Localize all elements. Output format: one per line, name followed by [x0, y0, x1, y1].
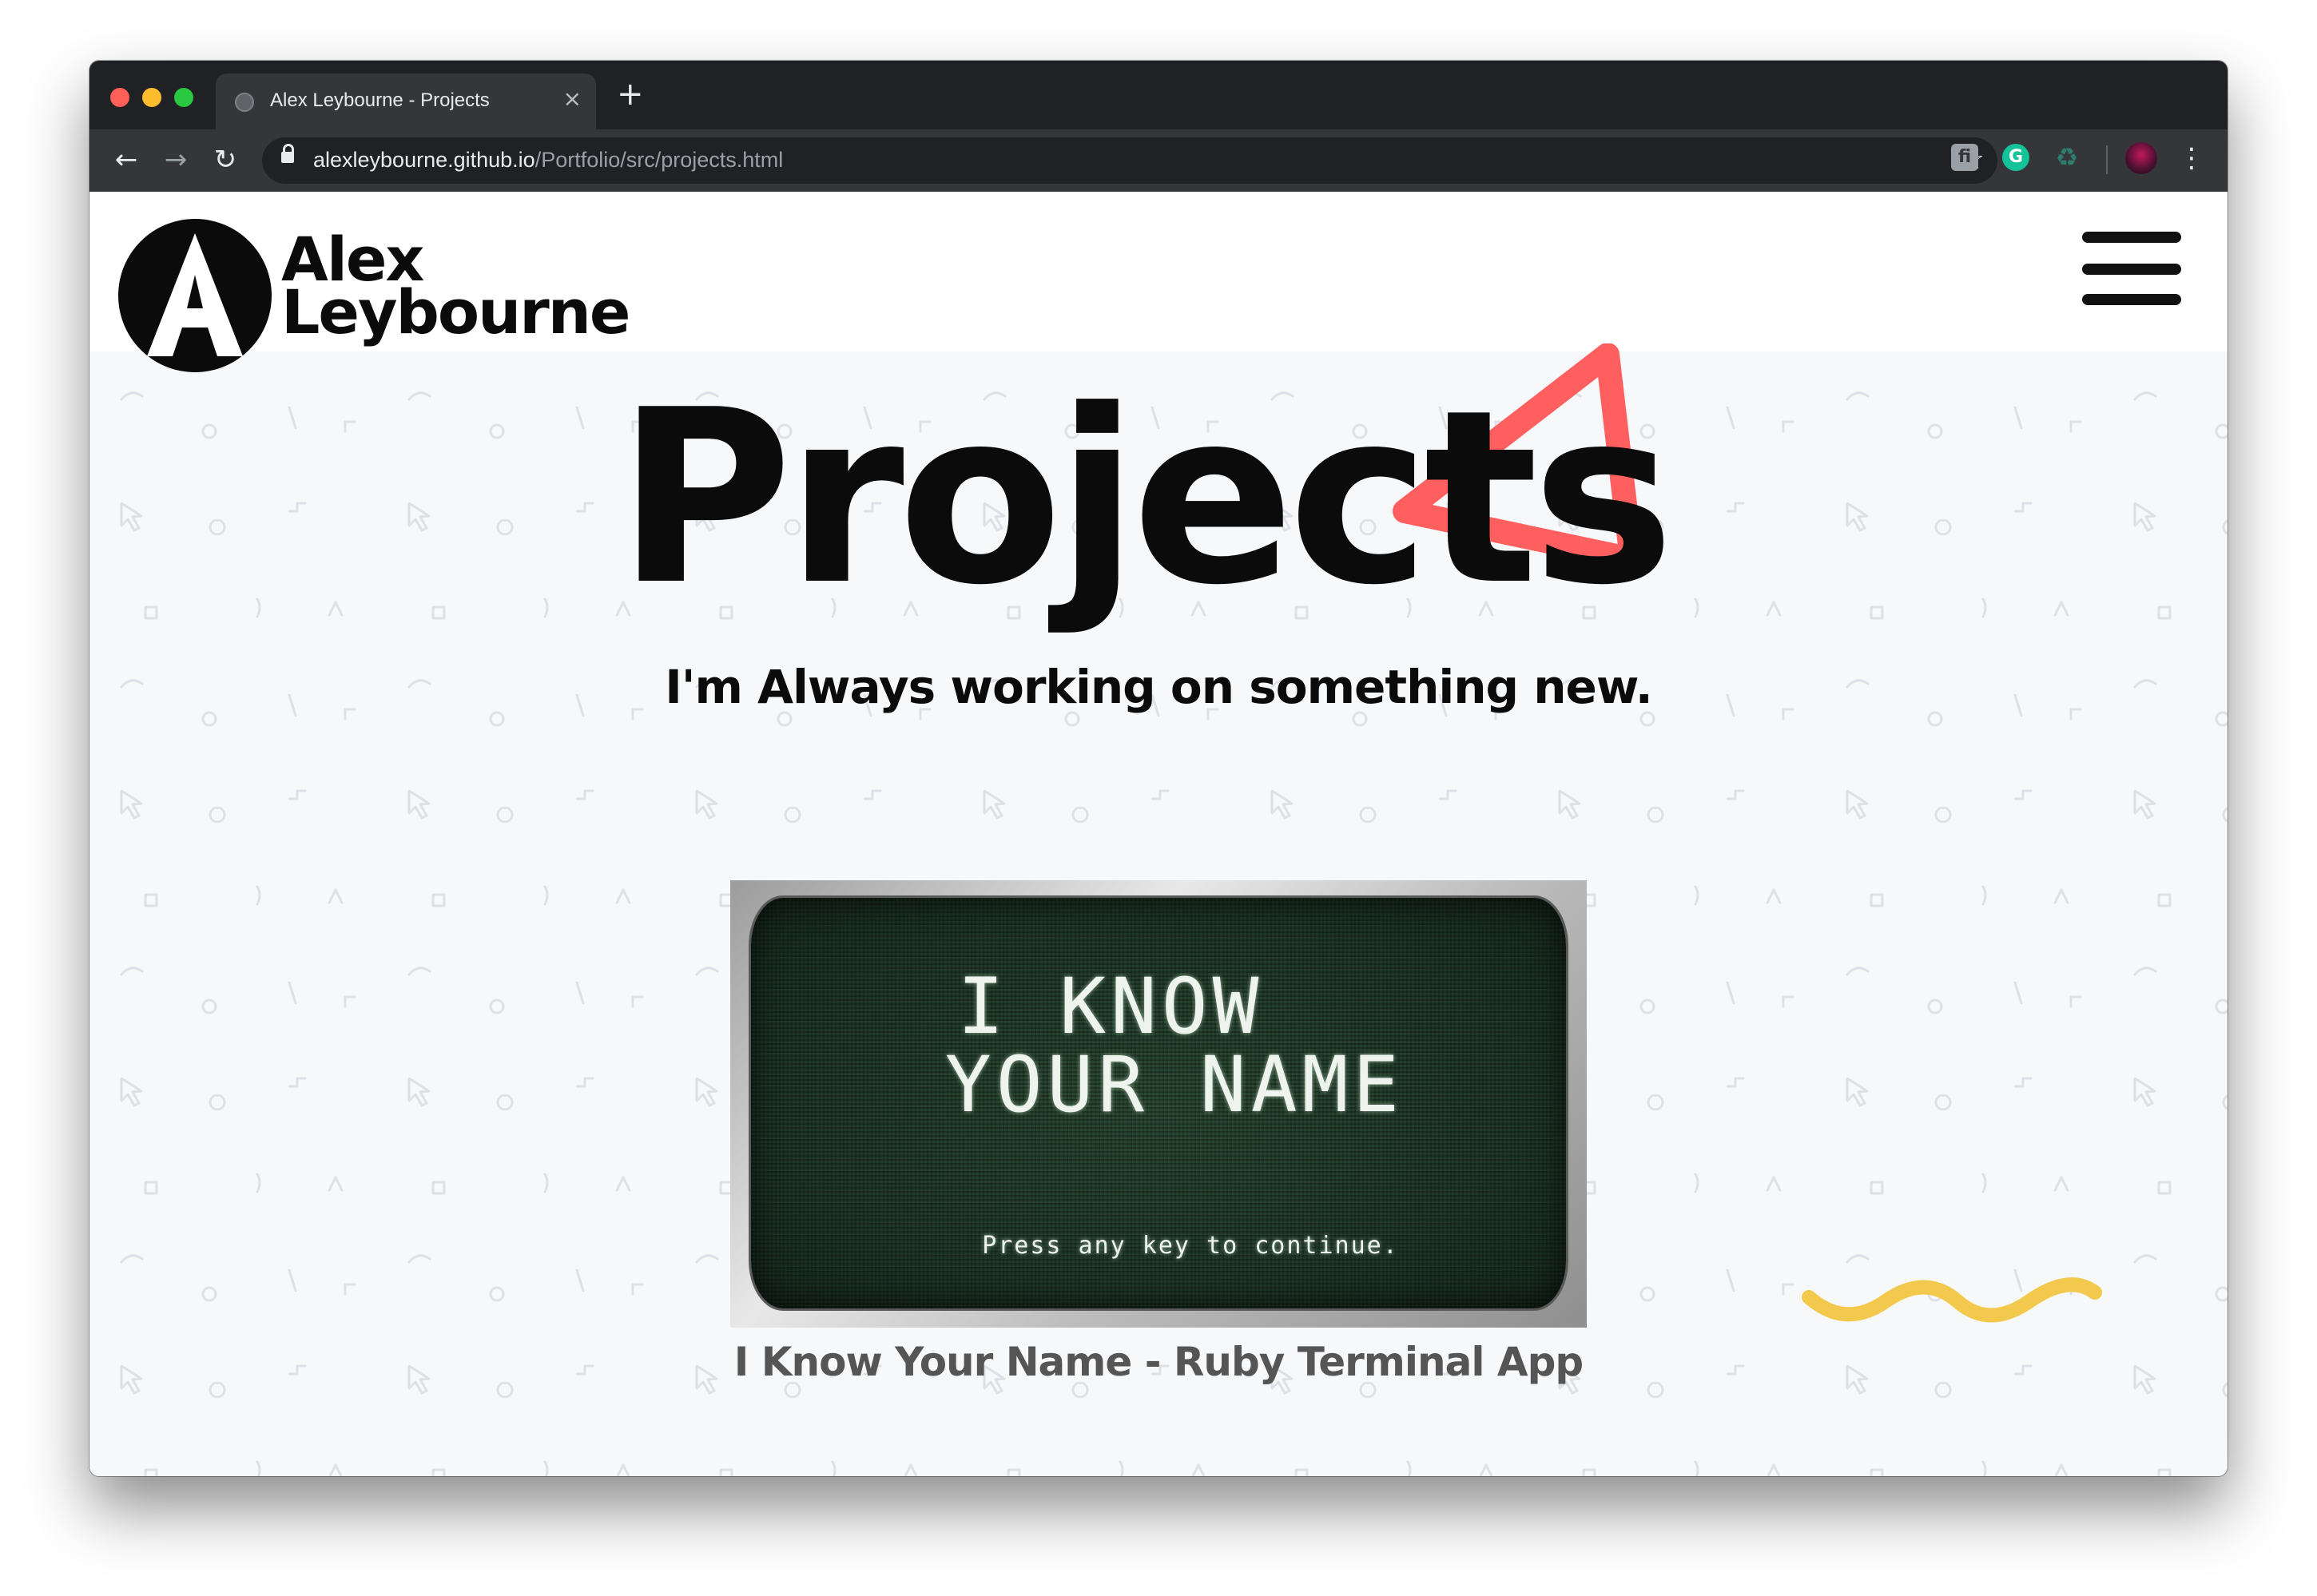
url-path: /Portfolio/src/projects.html [535, 148, 784, 172]
reload-icon[interactable]: ↻ [209, 144, 241, 176]
toolbar-divider [2106, 145, 2108, 174]
page-tagline: I'm Always working on something new. [665, 660, 1653, 714]
lock-icon[interactable] [281, 144, 294, 163]
url-text[interactable]: alexleybourne.github.io/Portfolio/src/pr… [313, 148, 783, 173]
browser-window: Alex Leybourne - Projects × + ← → ↻ alex… [89, 61, 2228, 1476]
extension-icon[interactable]: fi [1951, 144, 1978, 171]
browser-toolbar: ← → ↻ alexleybourne.github.io/Portfolio/… [89, 129, 2228, 192]
page-content: Alex Leybourne Projects I'm Always worki… [89, 192, 2228, 1476]
thumbnail-title-line2: YOUR NAME [944, 1040, 1405, 1130]
project-thumbnail[interactable]: I KNOW YOUR NAME Press any key to contin… [730, 880, 1587, 1328]
more-vert-icon[interactable]: ⋮ [2178, 142, 2205, 174]
thumbnail-prompt: Press any key to continue. [982, 1232, 1399, 1260]
tab-title: Alex Leybourne - Projects [270, 89, 490, 111]
minimize-window-button[interactable] [142, 88, 161, 107]
page-title: Projects [616, 359, 1675, 637]
project-title-link[interactable]: I Know Your Name - Ruby Terminal App [89, 1339, 2228, 1385]
grammarly-icon[interactable]: G [2002, 144, 2029, 171]
forward-arrow-icon[interactable]: → [160, 144, 192, 176]
crt-screen: I KNOW YOUR NAME Press any key to contin… [751, 898, 1566, 1308]
maximize-window-button[interactable] [174, 88, 193, 107]
hamburger-menu-button[interactable] [2082, 232, 2181, 305]
decorative-squiggle [1802, 1277, 2102, 1323]
avatar[interactable] [2125, 142, 2157, 174]
page-title-block: Projects [89, 343, 2228, 647]
address-bar[interactable]: alexleybourne.github.io/Portfolio/src/pr… [262, 137, 1997, 184]
logo-last-name: Leybourne [281, 276, 630, 347]
back-arrow-icon[interactable]: ← [110, 144, 142, 176]
close-icon[interactable]: × [563, 88, 582, 110]
logo-wordmark: Alex Leybourne [281, 229, 630, 347]
project-card[interactable]: I KNOW YOUR NAME Press any key to contin… [730, 880, 1587, 1328]
close-window-button[interactable] [110, 88, 129, 107]
recycle-icon[interactable]: ♻ [2053, 144, 2081, 171]
plus-icon[interactable]: + [617, 78, 644, 110]
globe-icon [235, 93, 254, 112]
browser-tab-projects[interactable]: Alex Leybourne - Projects × [216, 73, 596, 129]
tab-strip: Alex Leybourne - Projects × + [89, 61, 2228, 129]
thumbnail-title-line1: I KNOW [957, 962, 1264, 1051]
url-host: alexleybourne.github.io [313, 148, 535, 172]
